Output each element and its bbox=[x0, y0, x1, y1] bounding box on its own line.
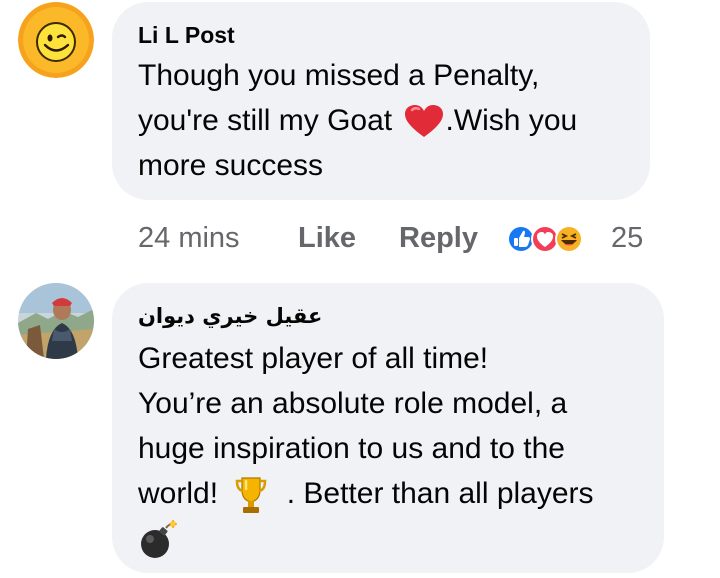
comment-line bbox=[138, 516, 658, 561]
avatar[interactable] bbox=[18, 283, 94, 359]
like-button[interactable]: Like bbox=[298, 222, 356, 255]
smiley-avatar-icon bbox=[18, 2, 94, 78]
comment-line: Though you missed a Penalty, bbox=[138, 59, 540, 92]
comment-author[interactable]: Li L Post bbox=[138, 22, 235, 49]
reactions-icons bbox=[507, 225, 583, 253]
comment-line: world! . Better than all players bbox=[138, 471, 658, 516]
comment-timestamp[interactable]: 24 mins bbox=[138, 222, 240, 255]
comment-line: more success bbox=[138, 149, 324, 182]
haha-reaction-icon bbox=[555, 225, 583, 253]
comment-line: you're still my Goat .Wish you bbox=[138, 98, 638, 143]
comment-line: Greatest player of all time! bbox=[138, 342, 489, 375]
comment-text: Greatest player of all time! You’re an a… bbox=[138, 336, 658, 561]
profile-photo-icon bbox=[18, 283, 94, 359]
love-reaction-icon bbox=[531, 225, 559, 253]
reactions-summary[interactable]: 25 bbox=[505, 221, 655, 257]
comment-author[interactable]: عقيل خيري ديوان bbox=[138, 304, 322, 328]
comment-actions: 24 mins Like Reply 25 bbox=[138, 222, 658, 256]
comment-line: huge inspiration to us and to the bbox=[138, 432, 565, 465]
avatar[interactable] bbox=[18, 2, 94, 78]
comment-line: You’re an absolute role model, a bbox=[138, 387, 568, 420]
trophy-icon bbox=[236, 477, 267, 514]
comment-text: Though you missed a Penalty, you're stil… bbox=[138, 53, 638, 188]
red-heart-icon bbox=[405, 105, 444, 138]
reply-button[interactable]: Reply bbox=[399, 222, 478, 255]
reaction-count: 25 bbox=[611, 222, 644, 254]
bomb-icon bbox=[141, 520, 177, 559]
like-reaction-icon bbox=[507, 225, 535, 253]
